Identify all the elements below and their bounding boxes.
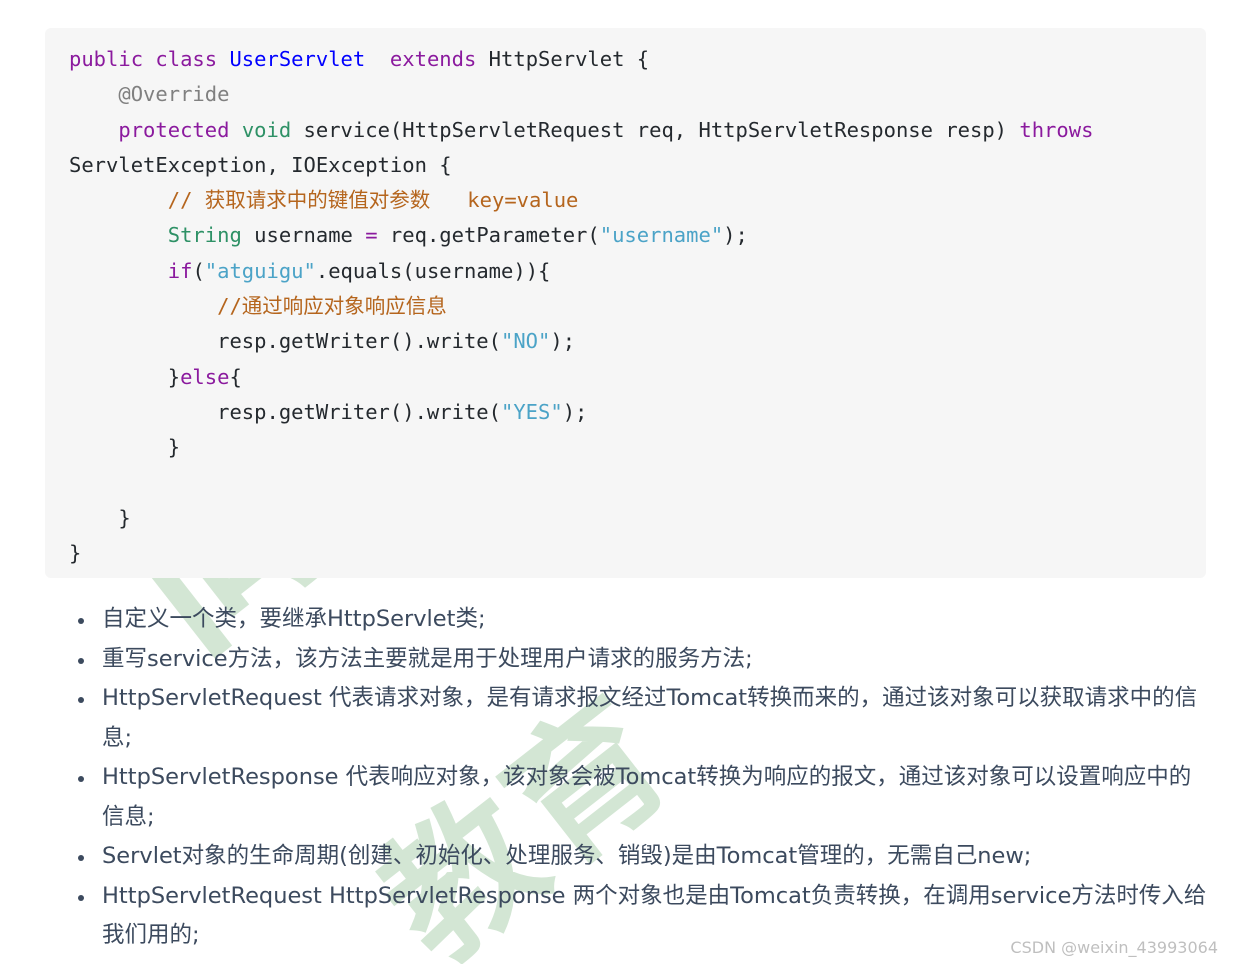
code-token: protected <box>118 117 230 142</box>
code-token: public <box>69 47 144 71</box>
list-item: 重写service方法，该方法主要就是用于处理用户请求的服务方法; <box>60 640 1210 680</box>
list-item-text: 重写service方法，该方法主要就是用于处理用户请求的服务方法; <box>102 645 753 672</box>
code-token: "YES" <box>500 399 563 424</box>
code-token: ( <box>192 258 205 283</box>
code-token: username <box>241 223 366 248</box>
list-item-text: HttpServletResponse 代表响应对象，该对象会被Tomcat转换… <box>102 764 1192 830</box>
list-item-text: HttpServletRequest 代表请求对象，是有请求报文经过Tomcat… <box>102 685 1198 751</box>
notes-list: 自定义一个类，要继承HttpServlet类; 重写service方法，该方法主… <box>60 600 1210 956</box>
code-token: extends <box>389 47 477 71</box>
code-token: @Override <box>118 82 230 107</box>
code-token: HttpServlet <box>488 47 625 71</box>
csdn-credit-label: CSDN @weixin_43993064 <box>1010 938 1218 957</box>
code-token: if <box>167 258 193 283</box>
code-token: UserServlet <box>229 47 366 71</box>
code-token: // 获取请求中的键值对参数 key=value <box>167 188 579 213</box>
code-token: //通过响应对象响应信息 <box>217 294 447 319</box>
code-token: req.getParameter( <box>377 223 600 248</box>
code-token: String <box>167 223 242 248</box>
list-item-text: 自定义一个类，要继承HttpServlet类; <box>102 606 486 632</box>
list-item: HttpServletRequest 代表请求对象，是有请求报文经过Tomcat… <box>60 679 1210 758</box>
code-token: void <box>241 117 292 142</box>
list-item: 自定义一个类，要继承HttpServlet类; <box>60 600 1210 640</box>
code-token: resp.getWriter().write( <box>217 329 501 354</box>
list-item: HttpServletResponse 代表响应对象，该对象会被Tomcat转换… <box>60 758 1210 837</box>
code-token: "atguigu" <box>204 258 316 283</box>
code-token: "NO" <box>500 329 551 354</box>
code-token: "username" <box>599 223 724 248</box>
list-item: Servlet对象的生命周期(创建、初始化、处理服务、销毁)是由Tomcat管理… <box>60 837 1210 877</box>
code-token: else <box>180 364 230 389</box>
code-block[interactable]: public class UserServlet extends HttpSer… <box>45 28 1206 578</box>
code-content: public class UserServlet extends HttpSer… <box>45 42 1206 571</box>
code-token: = <box>365 223 378 248</box>
code-token: service(HttpServletRequest req, HttpServ… <box>291 117 1020 142</box>
code-token: throws <box>1019 117 1094 142</box>
list-item-text: Servlet对象的生命周期(创建、初始化、处理服务、销毁)是由Tomcat管理… <box>102 843 1032 869</box>
code-token: class <box>155 47 218 71</box>
code-token: ); } } } <box>69 399 588 566</box>
